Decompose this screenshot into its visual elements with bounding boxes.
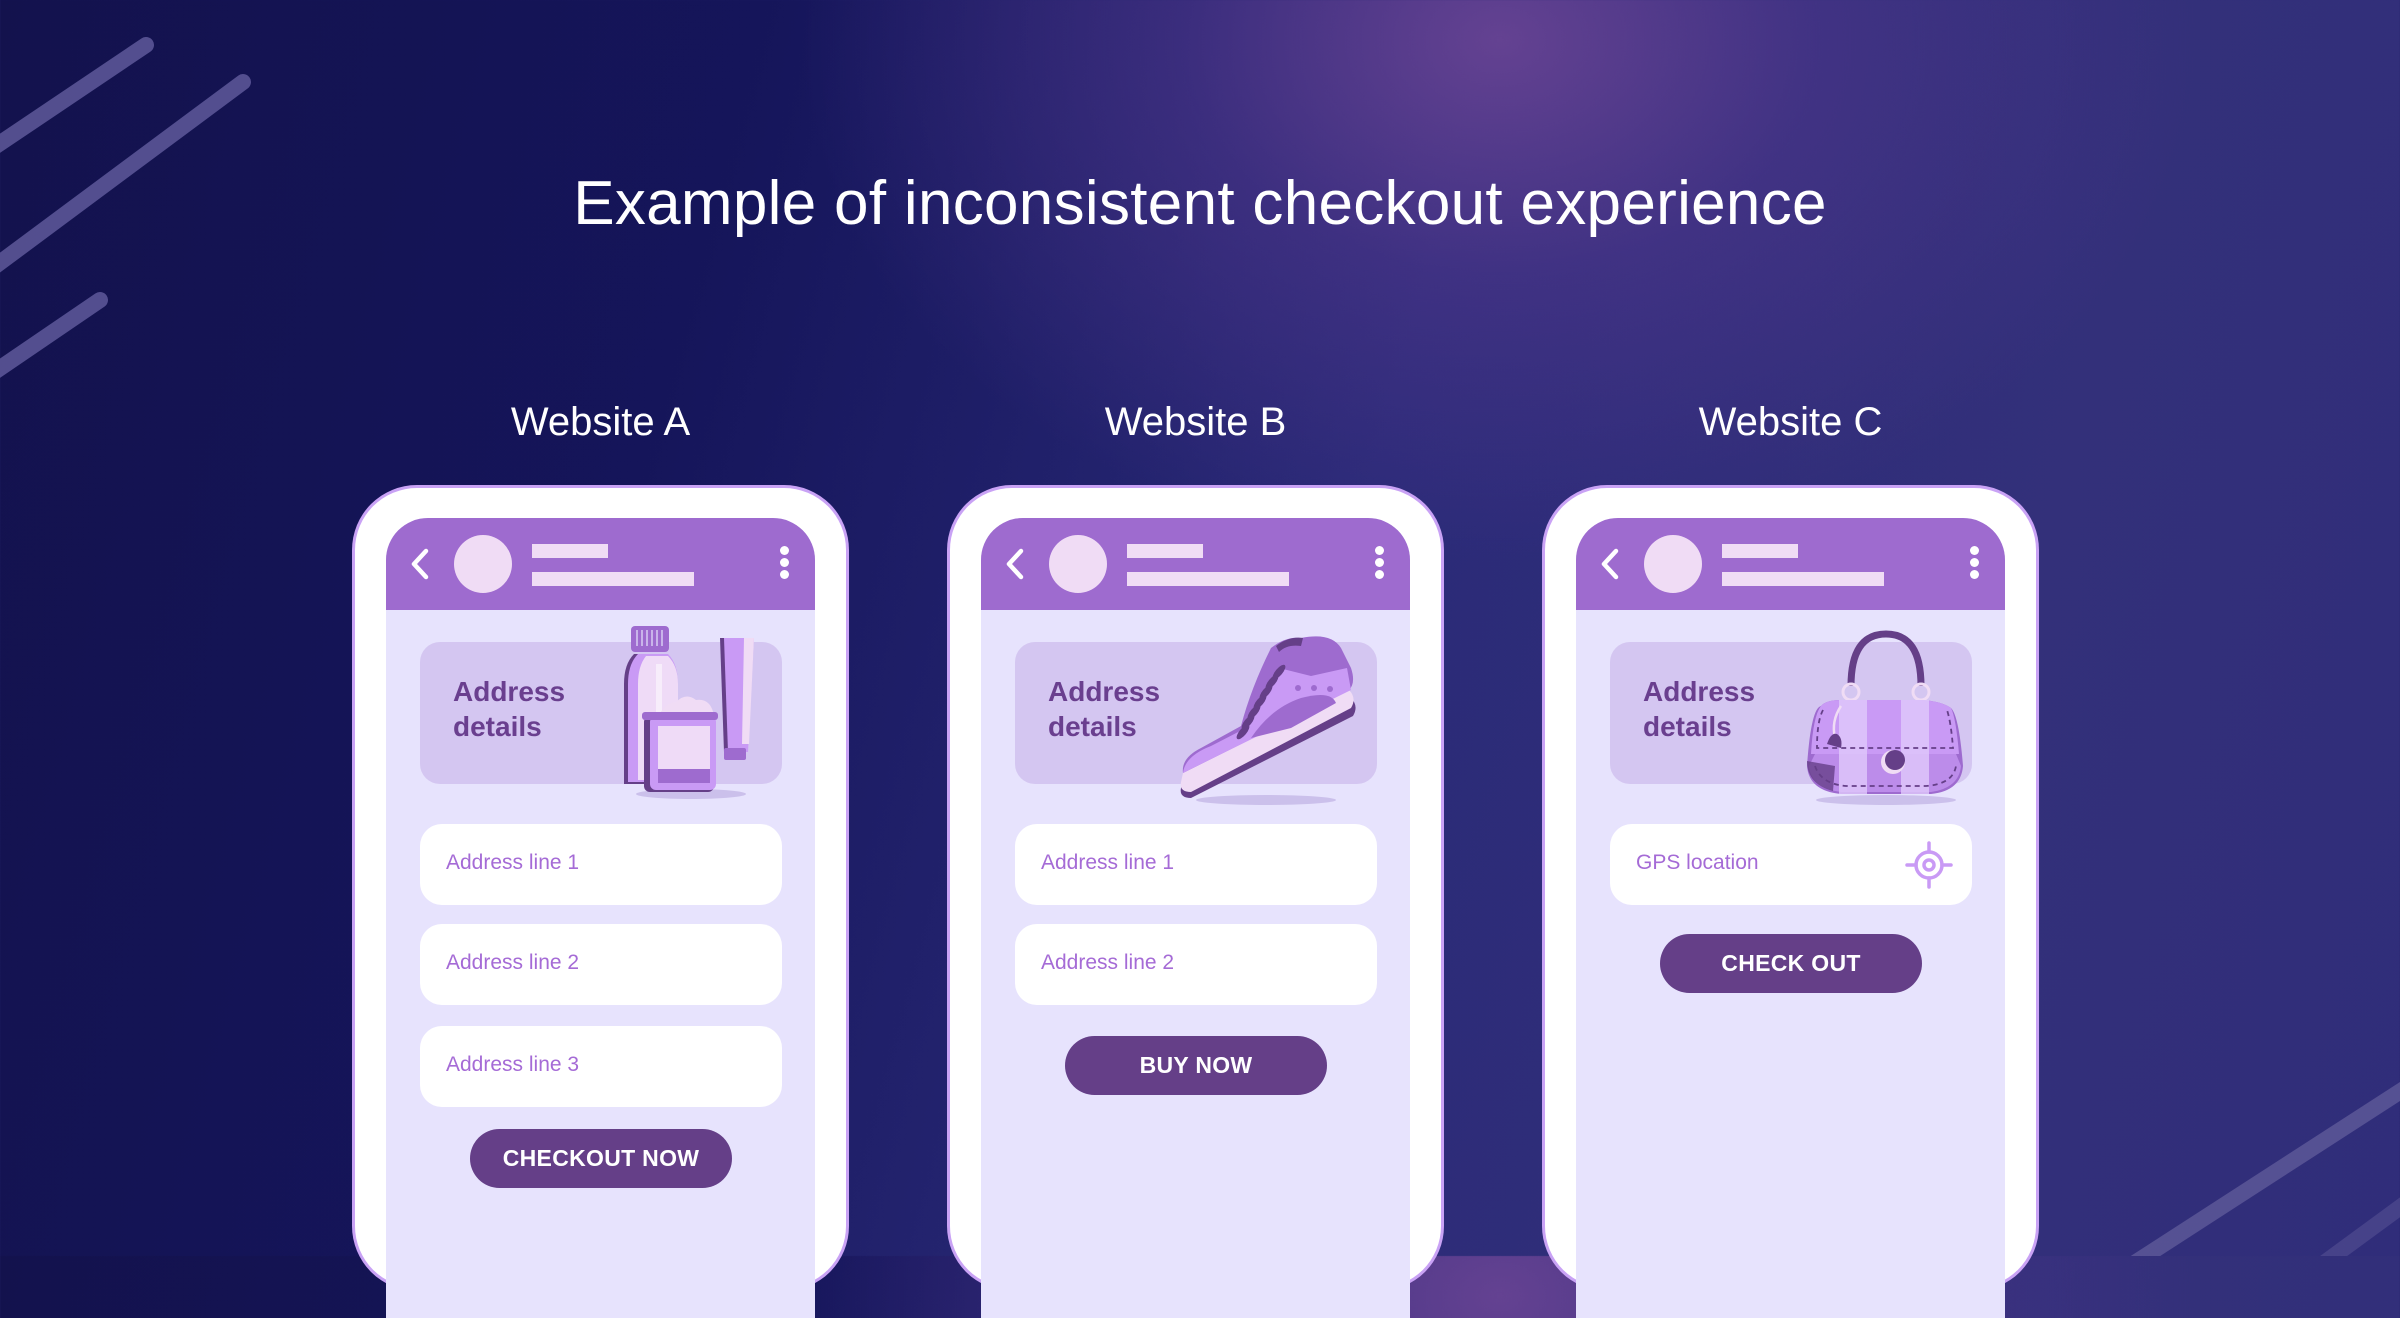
phone-screen: Address details Address line 1 Address l… xyxy=(386,518,815,1318)
website-c-label: Website C xyxy=(1698,400,1883,444)
avatar xyxy=(454,535,512,593)
app-header xyxy=(386,518,815,610)
check-out-button[interactable]: CHECK OUT xyxy=(1660,934,1922,993)
decorative-line xyxy=(2320,1197,2400,1256)
address-line-1-placeholder: Address line 1 xyxy=(446,851,580,874)
title-placeholder-bar xyxy=(1722,544,1798,558)
app-header xyxy=(981,518,1410,610)
card-title: Address details xyxy=(1643,674,1793,744)
title-placeholder-bar xyxy=(1127,544,1203,558)
address-line-2-input[interactable]: Address line 2 xyxy=(420,924,782,1005)
phone-screen: Address details GPS location CHECK OUT xyxy=(1576,518,2005,1318)
cosmetics-bottles-illustration xyxy=(624,626,754,799)
card-title-line1: Address xyxy=(1643,676,1756,707)
phone-website-b: Address details Address line 1 Address l… xyxy=(950,488,1441,1318)
app-header xyxy=(1576,518,2005,610)
chevron-left-icon[interactable] xyxy=(1596,546,1626,582)
address-line-2-input[interactable]: Address line 2 xyxy=(1015,924,1377,1005)
checkout-now-button[interactable]: CHECKOUT NOW xyxy=(470,1129,732,1188)
subtitle-placeholder-bar xyxy=(1127,572,1289,586)
chevron-left-icon[interactable] xyxy=(1001,546,1031,582)
gps-target-icon[interactable] xyxy=(1904,840,1954,890)
avatar xyxy=(1644,535,1702,593)
address-line-1-placeholder: Address line 1 xyxy=(1041,851,1175,874)
address-line-2-placeholder: Address line 2 xyxy=(446,951,580,974)
address-line-3-input[interactable]: Address line 3 xyxy=(420,1026,782,1107)
sneaker-illustration xyxy=(1180,636,1356,805)
address-line-2-placeholder: Address line 2 xyxy=(1041,951,1175,974)
subtitle-placeholder-bar xyxy=(1722,572,1884,586)
chevron-left-icon[interactable] xyxy=(406,546,436,582)
phone-screen: Address details Address line 1 Address l… xyxy=(981,518,1410,1318)
kebab-menu-icon[interactable] xyxy=(1964,546,1984,582)
address-line-3-placeholder: Address line 3 xyxy=(446,1053,580,1076)
address-line-1-input[interactable]: Address line 1 xyxy=(1015,824,1377,905)
gps-location-input[interactable]: GPS location xyxy=(1610,824,1972,905)
decorative-line xyxy=(0,292,108,378)
website-a-label: Website A xyxy=(510,400,691,444)
page-title: Example of inconsistent checkout experie… xyxy=(573,169,1827,238)
card-title: Address details xyxy=(453,674,603,744)
decorative-line xyxy=(2130,1081,2400,1256)
kebab-menu-icon[interactable] xyxy=(1369,546,1389,582)
buy-now-button[interactable]: BUY NOW xyxy=(1065,1036,1327,1095)
kebab-menu-icon[interactable] xyxy=(774,546,794,582)
card-title-line1: Address xyxy=(453,676,566,707)
phone-website-c: Address details GPS location CHECK OUT xyxy=(1545,488,2036,1318)
card-title-line2: details xyxy=(453,711,542,742)
card-title-line2: details xyxy=(1643,711,1732,742)
address-line-1-input[interactable]: Address line 1 xyxy=(420,824,782,905)
gps-location-placeholder: GPS location xyxy=(1636,851,1759,874)
decorative-line xyxy=(0,37,154,153)
handbag-illustration xyxy=(1807,630,1963,805)
title-placeholder-bar xyxy=(532,544,608,558)
avatar xyxy=(1049,535,1107,593)
subtitle-placeholder-bar xyxy=(532,572,694,586)
phone-website-a: Address details Address line 1 Address l… xyxy=(355,488,846,1318)
website-b-label: Website B xyxy=(1104,400,1287,444)
